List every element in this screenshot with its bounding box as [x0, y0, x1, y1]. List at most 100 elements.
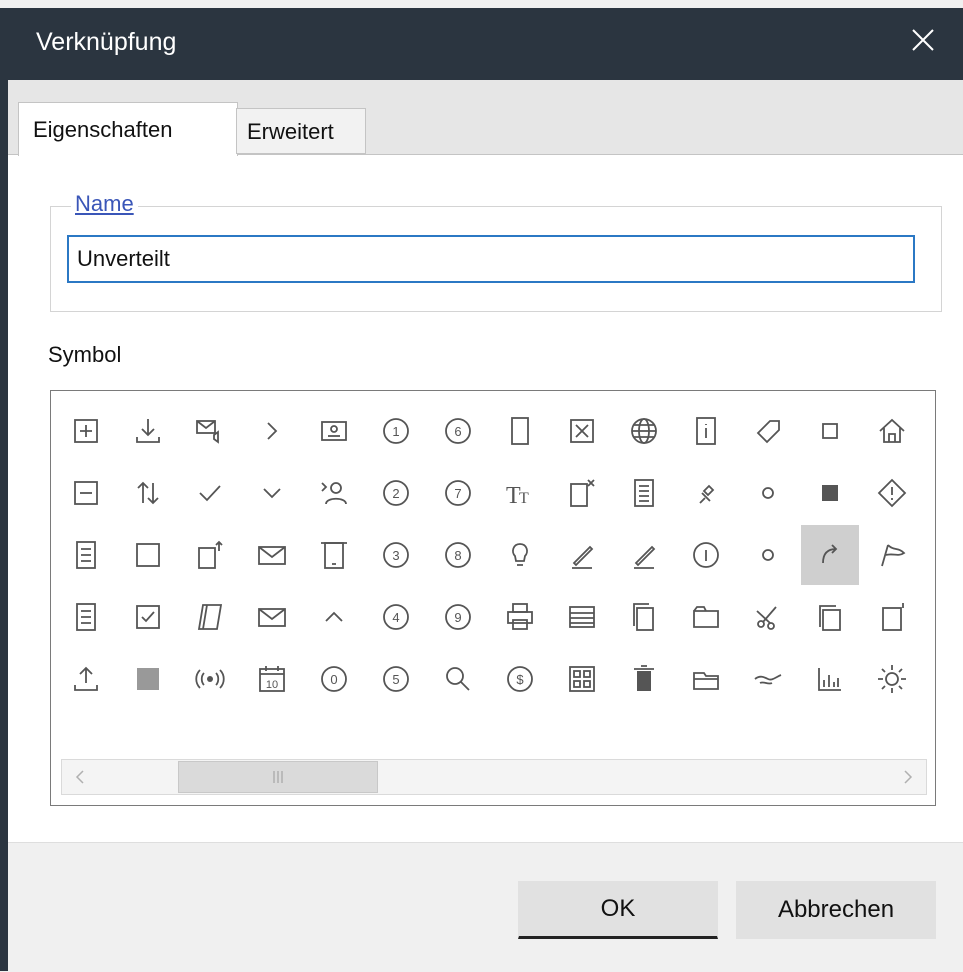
checked-box-icon[interactable]: [119, 587, 177, 647]
ok-button[interactable]: OK: [518, 881, 718, 939]
minus-box-icon[interactable]: [57, 463, 115, 523]
chevron-down-icon[interactable]: [243, 463, 301, 523]
calendar-10-icon[interactable]: 10: [243, 649, 301, 709]
sun-icon[interactable]: [863, 649, 921, 709]
users-icon[interactable]: [305, 463, 363, 523]
home-icon: [879, 418, 905, 443]
globe-icon[interactable]: [615, 401, 673, 461]
curve-arrow-icon[interactable]: [801, 525, 859, 585]
sort-arrows-icon: [137, 481, 159, 505]
circle-0-icon[interactable]: 0: [305, 649, 363, 709]
empty-square-icon[interactable]: [119, 525, 177, 585]
circle-5-icon[interactable]: 5: [367, 649, 425, 709]
mail-sound-icon[interactable]: [181, 401, 239, 461]
close-icon[interactable]: [903, 20, 943, 60]
trash-icon[interactable]: [615, 649, 673, 709]
circle-4-icon[interactable]: 4: [367, 587, 425, 647]
envelope-alt-icon[interactable]: [243, 587, 301, 647]
small-circle-alt-icon[interactable]: [739, 525, 797, 585]
pin-icon: [699, 484, 715, 504]
calendar-10-icon: 10: [259, 666, 285, 692]
scroll-right-icon[interactable]: [890, 760, 926, 794]
folder-alt-icon: [693, 606, 719, 628]
checkmark-icon[interactable]: [181, 463, 239, 523]
cancel-button[interactable]: Abbrechen: [736, 881, 936, 939]
svg-text:8: 8: [454, 548, 461, 563]
checker-pattern-icon[interactable]: [119, 649, 177, 709]
circle-8-icon[interactable]: 8: [429, 525, 487, 585]
chevron-right-icon[interactable]: [243, 401, 301, 461]
handshake-icon[interactable]: [739, 649, 797, 709]
filled-square-icon: [822, 485, 838, 501]
horizontal-scrollbar[interactable]: [61, 759, 927, 795]
circle-9-icon[interactable]: 9: [429, 587, 487, 647]
small-circle-icon[interactable]: [739, 463, 797, 523]
x-box-icon[interactable]: [553, 401, 611, 461]
plus-box-icon: [74, 419, 98, 443]
pen-alt-icon[interactable]: [615, 525, 673, 585]
filled-square-icon[interactable]: [801, 463, 859, 523]
caret-up-icon[interactable]: [305, 587, 363, 647]
doc-up-icon[interactable]: [181, 525, 239, 585]
checked-box-icon: [136, 605, 160, 629]
table-icon[interactable]: [553, 587, 611, 647]
upload-icon[interactable]: [57, 649, 115, 709]
square-icon[interactable]: [801, 401, 859, 461]
tag-icon[interactable]: [739, 401, 797, 461]
tablet-icon[interactable]: [305, 525, 363, 585]
font-size-icon[interactable]: TT: [491, 463, 549, 523]
apps-grid-icon: [569, 666, 595, 692]
svg-text:$: $: [516, 672, 524, 687]
envelope-alt-icon: [258, 608, 286, 627]
lightbulb-icon[interactable]: [491, 525, 549, 585]
circle-2-icon[interactable]: 2: [367, 463, 425, 523]
pages-icon[interactable]: [801, 587, 859, 647]
name-input[interactable]: [67, 235, 915, 283]
apps-grid-icon[interactable]: [553, 649, 611, 709]
notebook-icon[interactable]: [181, 587, 239, 647]
circle-3-icon: 3: [383, 542, 409, 568]
plus-box-icon[interactable]: [57, 401, 115, 461]
pen-icon[interactable]: [553, 525, 611, 585]
doc-x-icon: [570, 479, 595, 507]
circle-3-icon[interactable]: 3: [367, 525, 425, 585]
scissors-icon[interactable]: [739, 587, 797, 647]
sort-arrows-icon[interactable]: [119, 463, 177, 523]
circle-6-icon[interactable]: 6: [429, 401, 487, 461]
magnifier-icon[interactable]: [429, 649, 487, 709]
dollar-circle-icon[interactable]: $: [491, 649, 549, 709]
flag-icon[interactable]: [863, 525, 921, 585]
warning-shield-icon[interactable]: [863, 463, 921, 523]
symbol-list[interactable]: 1 6 2 7 T T 3 8 4 9 10 0 5 $: [50, 390, 936, 806]
list-doc-alt-icon: [76, 603, 96, 631]
circle-7-icon[interactable]: 7: [429, 463, 487, 523]
home-icon[interactable]: [863, 401, 921, 461]
broadcast-icon[interactable]: [181, 649, 239, 709]
scroll-left-icon[interactable]: [62, 760, 98, 794]
list-doc-icon[interactable]: [57, 525, 115, 585]
copy-icon[interactable]: [615, 587, 673, 647]
contact-card-icon[interactable]: [305, 401, 363, 461]
info-doc-icon[interactable]: [677, 401, 735, 461]
scrollbar-thumb[interactable]: [178, 761, 378, 793]
printer-icon[interactable]: [491, 587, 549, 647]
sun-icon: [878, 665, 906, 693]
page-icon[interactable]: [491, 401, 549, 461]
broadcast-icon: [195, 669, 225, 689]
envelope-icon[interactable]: [243, 525, 301, 585]
page-icon: [511, 417, 529, 445]
folder-open-icon[interactable]: [677, 649, 735, 709]
document-lines-icon[interactable]: [615, 463, 673, 523]
pin-icon[interactable]: [677, 463, 735, 523]
bar-chart-icon[interactable]: [801, 649, 859, 709]
circle-i-icon[interactable]: [677, 525, 735, 585]
folder-alt-icon[interactable]: [677, 587, 735, 647]
tab-erweitert[interactable]: Erweitert: [236, 108, 366, 154]
tab-eigenschaften[interactable]: Eigenschaften: [18, 102, 238, 156]
doc-x-icon[interactable]: [553, 463, 611, 523]
list-doc-alt-icon[interactable]: [57, 587, 115, 647]
circle-7-icon: 7: [445, 480, 471, 506]
circle-1-icon[interactable]: 1: [367, 401, 425, 461]
doc-corner-icon[interactable]: [863, 587, 921, 647]
download-icon[interactable]: [119, 401, 177, 461]
